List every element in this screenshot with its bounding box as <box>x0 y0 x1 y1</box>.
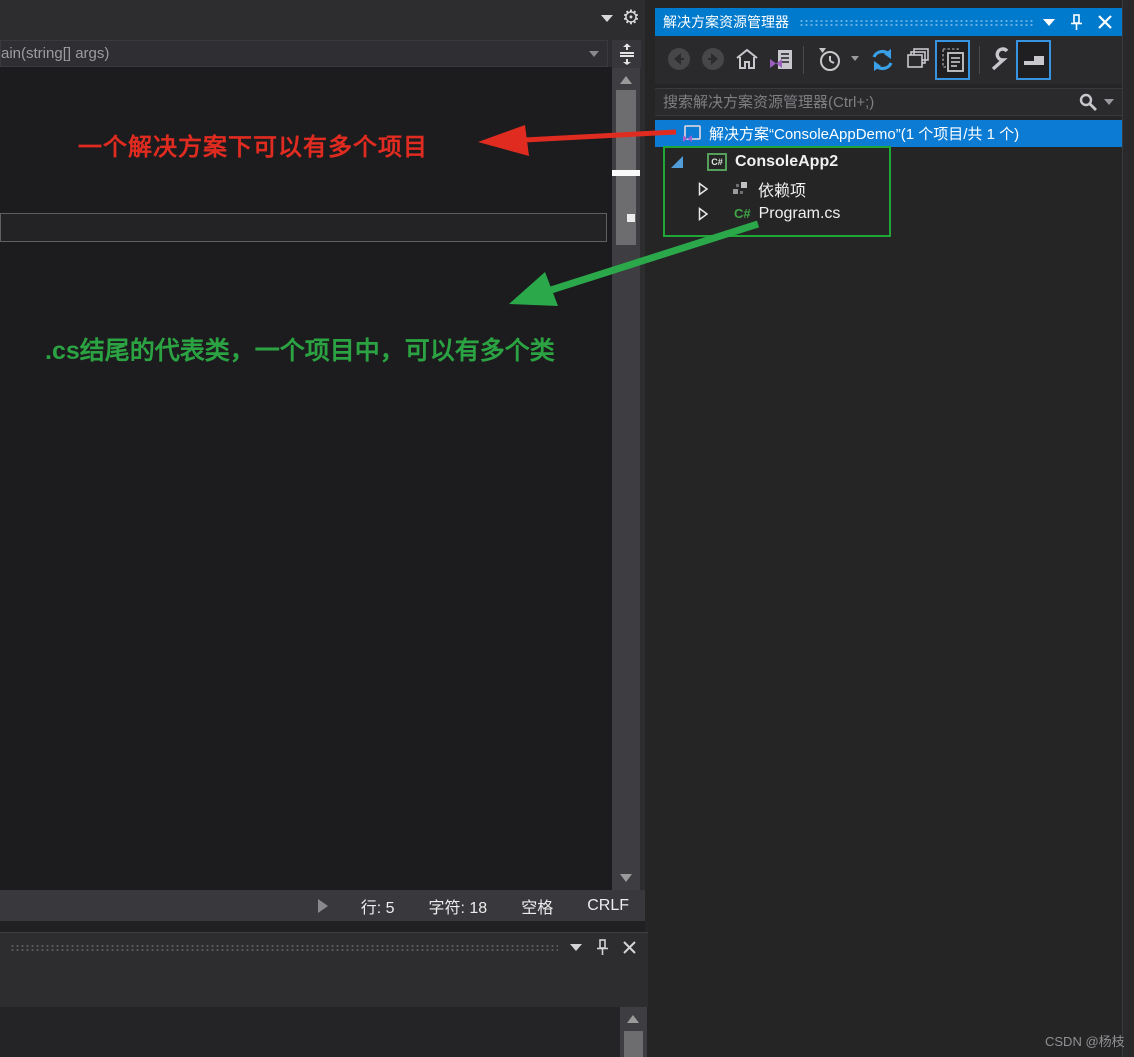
dependencies-icon <box>733 182 747 194</box>
solution-label: 解决方案“ConsoleAppDemo”(1 个项目/共 1 个) <box>709 126 1020 143</box>
expander-collapsed-icon[interactable] <box>698 181 709 196</box>
search-icon[interactable] <box>1078 92 1098 112</box>
window-edge <box>1122 0 1134 1057</box>
chevron-down-icon[interactable] <box>589 51 599 57</box>
back-button[interactable] <box>667 47 691 71</box>
refresh-icon <box>872 49 893 71</box>
pin-button[interactable] <box>596 939 609 956</box>
collapse-all-icon <box>907 48 929 68</box>
scroll-down-arrow-icon[interactable] <box>620 874 632 882</box>
tree-row-program[interactable]: C# Program.cs <box>655 201 1122 226</box>
chevron-down-icon <box>570 944 582 951</box>
split-arrows-icon <box>619 43 634 65</box>
bottom-panel-content <box>0 1007 648 1057</box>
search-input[interactable] <box>663 93 1078 111</box>
chevron-down-icon <box>1043 18 1055 26</box>
editor-navigation-bar[interactable]: ain(string[] args) <box>0 40 608 67</box>
red-annotation-text: 一个解决方案下可以有多个项目 <box>78 134 428 161</box>
switch-views-icon <box>770 50 792 69</box>
indent-indicator[interactable]: 空格 <box>521 894 553 918</box>
solution-explorer-toolbar <box>655 36 1122 84</box>
pin-icon <box>597 939 608 955</box>
back-icon <box>668 48 690 70</box>
properties-wrench-icon <box>991 47 1009 71</box>
solution-explorer-titlebar[interactable]: 解决方案资源管理器 <box>655 8 1122 36</box>
code-editor-area[interactable] <box>0 67 612 890</box>
scrollbar-caret-marker <box>612 170 640 176</box>
document-well-toolbar: ⚙ <box>0 0 645 40</box>
bottom-panel-body <box>0 962 648 1007</box>
horizontal-scroll-arrow-icon[interactable] <box>318 899 328 913</box>
home-icon <box>736 48 758 69</box>
watermark-text: CSDN @杨枝 <box>1045 1034 1125 1049</box>
panel-divider[interactable] <box>645 0 655 1057</box>
eol-indicator[interactable]: CRLF <box>587 897 629 915</box>
csharp-file-icon: C# <box>734 206 751 221</box>
chevron-down-icon[interactable] <box>601 15 613 22</box>
filter-dropdown-button[interactable] <box>851 56 859 61</box>
chevron-down-icon[interactable] <box>1104 99 1114 105</box>
properties-button[interactable] <box>987 47 1011 71</box>
tree-row-dependencies[interactable]: 依赖项 <box>655 176 1122 201</box>
close-button[interactable] <box>1098 15 1112 29</box>
tree-row-solution[interactable]: 解决方案“ConsoleAppDemo”(1 个项目/共 1 个) <box>655 120 1122 147</box>
panel-title: 解决方案资源管理器 <box>663 14 789 30</box>
csharp-project-icon: C# <box>707 153 727 171</box>
close-icon <box>623 941 636 954</box>
close-button[interactable] <box>623 941 636 954</box>
column-indicator[interactable]: 字符: 18 <box>429 894 488 918</box>
bottom-panel-titlebar[interactable] <box>0 932 648 962</box>
show-all-files-toggle[interactable] <box>935 40 970 80</box>
show-all-files-icon <box>941 48 964 72</box>
home-button[interactable] <box>735 47 759 71</box>
preview-selected-items-toggle[interactable] <box>1016 40 1051 80</box>
pending-changes-filter-button[interactable] <box>817 47 843 73</box>
program-label: Program.cs <box>758 204 841 222</box>
close-icon <box>1098 15 1112 29</box>
split-editor-button[interactable] <box>612 40 641 68</box>
gear-icon[interactable]: ⚙ <box>622 8 640 28</box>
scrollbar-mark <box>627 214 635 222</box>
solution-explorer-search[interactable] <box>655 88 1122 116</box>
solution-icon <box>683 125 701 142</box>
toolbar-separator <box>979 46 980 74</box>
window-menu-button[interactable] <box>570 944 582 951</box>
titlebar-grip <box>10 944 558 951</box>
window-menu-button[interactable] <box>1043 18 1055 26</box>
tree-row-project[interactable]: C# ConsoleApp2 <box>655 149 1122 175</box>
refresh-button[interactable] <box>869 47 896 73</box>
scroll-up-arrow-icon[interactable] <box>620 76 632 84</box>
expander-expanded-icon[interactable] <box>671 156 683 168</box>
scroll-up-arrow-icon[interactable] <box>627 1015 639 1023</box>
chevron-down-icon <box>851 56 859 61</box>
project-label: ConsoleApp2 <box>735 153 839 170</box>
titlebar-grip <box>799 18 1033 26</box>
dependencies-label: 依赖项 <box>758 182 807 200</box>
pin-button[interactable] <box>1070 13 1083 31</box>
editor-vertical-scrollbar[interactable] <box>612 68 640 890</box>
bottom-panel-scrollbar[interactable] <box>620 1007 647 1057</box>
collapse-all-button[interactable] <box>905 47 931 71</box>
forward-icon <box>702 48 724 70</box>
green-annotation-text: .cs结尾的代表类，一个项目中，可以有多个类 <box>45 337 555 365</box>
switch-views-button[interactable] <box>768 47 795 73</box>
split-pane-navigation-bar[interactable] <box>0 213 607 242</box>
method-dropdown-label[interactable]: ain(string[] args) <box>1 45 109 62</box>
scrollbar-thumb[interactable] <box>624 1031 643 1057</box>
expander-collapsed-icon[interactable] <box>698 206 709 221</box>
forward-button[interactable] <box>701 47 725 71</box>
solution-explorer-panel: 解决方案资源管理器 搜索解决方案资源管理器(Ctrl+;) 解决方案“Conso… <box>655 0 1134 1057</box>
visual-studio-window: ⚙ ain(string[] args) 一个解决方案下可以有多个项目 .cs结… <box>0 0 1134 1057</box>
pin-icon <box>1071 13 1082 30</box>
toolbar-separator <box>803 46 804 74</box>
line-indicator[interactable]: 行: 5 <box>361 894 395 918</box>
pending-changes-filter-icon <box>819 48 840 71</box>
preview-selected-items-icon <box>1023 56 1044 65</box>
panel-gap <box>0 921 645 932</box>
